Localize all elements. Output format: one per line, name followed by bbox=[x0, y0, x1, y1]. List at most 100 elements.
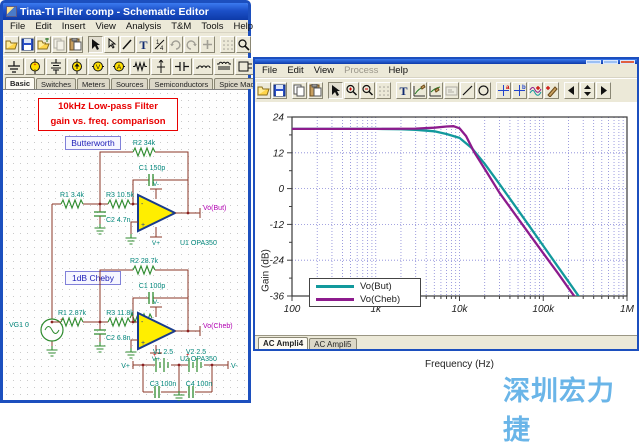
page-spinner[interactable] bbox=[580, 82, 595, 99]
export-curve-button[interactable] bbox=[412, 82, 427, 99]
draw-pen-button[interactable] bbox=[544, 82, 559, 99]
tab-semiconductors[interactable]: Semiconductors bbox=[149, 78, 213, 89]
ammeter-button[interactable]: A bbox=[109, 58, 129, 75]
copy-button[interactable] bbox=[292, 82, 307, 99]
menu-view[interactable]: View bbox=[90, 21, 120, 32]
menu-file[interactable]: File bbox=[257, 65, 282, 76]
schematic-canvas[interactable]: 10kHz Low-pass Filter gain vs. freq. com… bbox=[3, 89, 248, 400]
resistor-icon bbox=[132, 59, 148, 74]
open-button[interactable] bbox=[256, 82, 271, 99]
grid-button[interactable] bbox=[220, 36, 235, 53]
open-folder-icon bbox=[257, 84, 270, 97]
schematic-title-bar[interactable]: Tina-TI Filter comp - Schematic Editor bbox=[3, 3, 248, 20]
svg-text:V1 2.5: V1 2.5 bbox=[153, 349, 173, 356]
tab-ac-ampli5[interactable]: AC Ampli5 bbox=[309, 338, 356, 349]
svg-text:Vo(But): Vo(But) bbox=[203, 205, 226, 212]
copy-button[interactable] bbox=[52, 36, 67, 53]
minimize-button[interactable] bbox=[586, 60, 601, 64]
legend[interactable]: Vo(But) Vo(Cheb) bbox=[309, 278, 421, 307]
redo-button[interactable] bbox=[184, 36, 199, 53]
next-page-button[interactable] bbox=[596, 82, 611, 99]
tab-meters[interactable]: Meters bbox=[77, 78, 110, 89]
macro-button[interactable] bbox=[235, 58, 255, 75]
legend-icon bbox=[445, 84, 458, 97]
select-cursor-button[interactable] bbox=[104, 36, 119, 53]
cursor-button[interactable] bbox=[328, 82, 343, 99]
tab-sources[interactable]: Sources bbox=[111, 78, 149, 89]
menu-edit[interactable]: Edit bbox=[30, 21, 56, 32]
diagram-title-bar[interactable] bbox=[255, 59, 637, 64]
ellipse-button[interactable] bbox=[476, 82, 491, 99]
ground-component-button[interactable] bbox=[4, 58, 24, 75]
menu-insert[interactable]: Insert bbox=[57, 21, 91, 32]
source-vg1[interactable]: + VG1 0 bbox=[9, 204, 64, 356]
resistor-component-button[interactable] bbox=[130, 58, 150, 75]
add-button[interactable] bbox=[200, 36, 215, 53]
menu-view[interactable]: View bbox=[309, 65, 339, 76]
wire-pen-button[interactable] bbox=[120, 36, 135, 53]
line-icon bbox=[461, 84, 474, 97]
export-curve-icon bbox=[413, 84, 426, 97]
menu-tm[interactable]: T&M bbox=[166, 21, 196, 32]
undo-button[interactable] bbox=[168, 36, 183, 53]
tab-ac-ampli4[interactable]: AC Ampli4 bbox=[258, 337, 308, 349]
cursor-b-button[interactable]: b bbox=[512, 82, 527, 99]
capacitor-component-button[interactable] bbox=[172, 58, 192, 75]
prev-page-button[interactable] bbox=[564, 82, 579, 99]
voltage-source-button[interactable]: +- bbox=[25, 58, 45, 75]
cursor-a-button[interactable]: a bbox=[496, 82, 511, 99]
svg-text:V-: V- bbox=[153, 299, 159, 306]
save-button[interactable] bbox=[20, 36, 35, 53]
butterworth-stage[interactable]: - + R1 3.4k R3 10.5k R2 34k C1 150p C2 4… bbox=[52, 140, 226, 322]
import-curve-button[interactable] bbox=[428, 82, 443, 99]
close-button[interactable] bbox=[620, 60, 635, 64]
zoom-in-button[interactable] bbox=[344, 82, 359, 99]
zoom-out-button[interactable] bbox=[360, 82, 375, 99]
paste-icon bbox=[69, 38, 82, 51]
cursor-icon bbox=[89, 38, 102, 51]
add-curves-button[interactable] bbox=[528, 82, 543, 99]
tab-basic[interactable]: Basic bbox=[5, 77, 35, 89]
menu-edit[interactable]: Edit bbox=[282, 65, 308, 76]
text-icon: T bbox=[397, 84, 410, 97]
save-button[interactable] bbox=[272, 82, 287, 99]
inductor-component-button[interactable] bbox=[193, 58, 213, 75]
transformer-button[interactable] bbox=[214, 58, 234, 75]
svg-text:-24: -24 bbox=[270, 256, 285, 267]
menu-help[interactable]: Help bbox=[229, 21, 259, 32]
voltage-meter-button[interactable]: V bbox=[88, 58, 108, 75]
line-button[interactable] bbox=[460, 82, 475, 99]
menu-file[interactable]: File bbox=[5, 21, 30, 32]
menu-tools[interactable]: Tools bbox=[196, 21, 228, 32]
text-button[interactable]: T bbox=[136, 36, 151, 53]
menu-process: Process bbox=[339, 65, 383, 76]
open-button[interactable] bbox=[4, 36, 19, 53]
menu-analysis[interactable]: Analysis bbox=[121, 21, 166, 32]
svg-text:T: T bbox=[139, 38, 147, 51]
paste-button[interactable] bbox=[68, 36, 83, 53]
ground-icon bbox=[6, 59, 22, 74]
schematic-drawing: + VG1 0 bbox=[3, 90, 248, 401]
text-button[interactable]: T bbox=[396, 82, 411, 99]
cheby-stage[interactable]: - + R1 2.87k R3 11.8k R2 28.7k C1 100p C… bbox=[52, 258, 233, 363]
cursor-button[interactable] bbox=[88, 36, 103, 53]
paste-button[interactable] bbox=[308, 82, 323, 99]
svg-text:10k: 10k bbox=[451, 304, 468, 315]
maximize-button[interactable] bbox=[603, 60, 618, 64]
menu-help[interactable]: Help bbox=[383, 65, 413, 76]
voltage-arrow-button[interactable] bbox=[151, 58, 171, 75]
current-source-button[interactable] bbox=[67, 58, 87, 75]
schematic-menu-bar: File Edit Insert View Analysis T&M Tools… bbox=[3, 20, 248, 33]
zoom-button[interactable] bbox=[236, 36, 251, 53]
tab-switches[interactable]: Switches bbox=[36, 78, 76, 89]
svg-text:C4 100n: C4 100n bbox=[186, 381, 213, 388]
grid-button[interactable] bbox=[376, 82, 391, 99]
legend-button[interactable] bbox=[444, 82, 459, 99]
plus-icon bbox=[201, 38, 214, 51]
svg-text:12: 12 bbox=[273, 148, 285, 159]
watermark-text: 深圳宏力捷 bbox=[503, 369, 639, 447]
dimension-button[interactable]: 14 bbox=[152, 36, 167, 53]
open-file-button[interactable] bbox=[36, 36, 51, 53]
svg-text:R2 28.7k: R2 28.7k bbox=[130, 258, 159, 265]
battery-button[interactable] bbox=[46, 58, 66, 75]
